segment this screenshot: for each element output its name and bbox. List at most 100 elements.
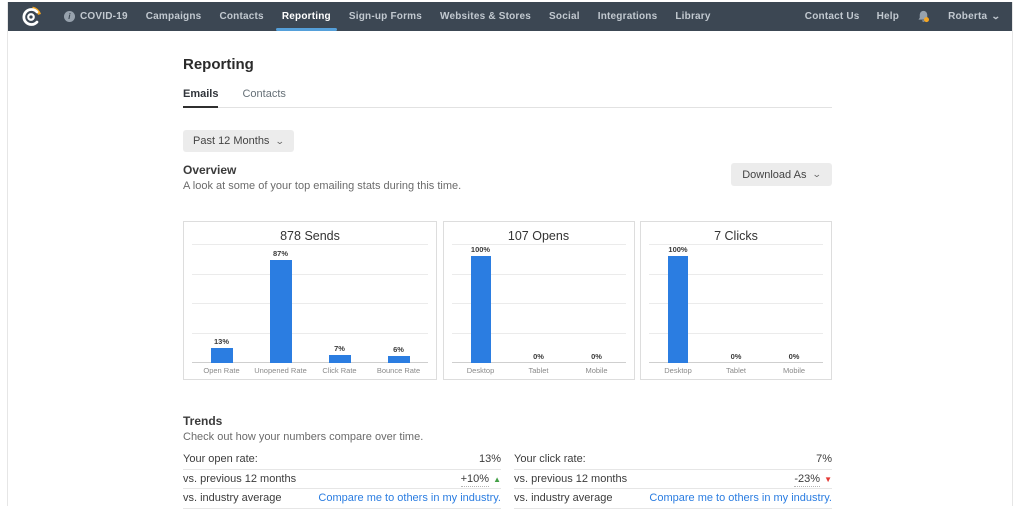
date-range-label: Past 12 Months bbox=[193, 135, 270, 147]
tab-emails[interactable]: Emails bbox=[183, 88, 219, 108]
trend-table-click-rate: Your click rate: 7% vs. previous 12 months… bbox=[514, 450, 832, 509]
chevron-down-icon: ⌄ bbox=[812, 169, 823, 179]
bell-icon bbox=[918, 10, 930, 23]
user-menu[interactable]: Roberta ⌄ bbox=[948, 2, 1001, 31]
card-title: 7 Clicks bbox=[714, 229, 758, 243]
trend-row-your-open-rate: Your open rate: 13% bbox=[183, 450, 501, 470]
bar bbox=[668, 256, 688, 363]
nav-item-label: Sign-up Forms bbox=[348, 11, 423, 22]
nav-item-contact-us[interactable]: Contact Us bbox=[805, 2, 860, 31]
card-title: 107 Opens bbox=[507, 229, 570, 243]
bar-slot-desktop: 100% bbox=[452, 245, 510, 363]
nav-item-label: Websites & Stores bbox=[440, 11, 532, 22]
nav-item-integrations[interactable]: Integrations bbox=[598, 2, 658, 31]
bars: 13% 87% 7% 6% bbox=[192, 245, 428, 363]
overview-subtitle: A look at some of your top emailing stat… bbox=[183, 180, 462, 192]
card-title: 878 Sends bbox=[280, 229, 340, 243]
nav-item-websites-stores[interactable]: Websites & Stores bbox=[440, 2, 531, 31]
bar-value-label: 0% bbox=[591, 352, 602, 361]
trend-table-open-rate: Your open rate: 13% vs. previous 12 months… bbox=[183, 450, 501, 509]
bar-value-label: 7% bbox=[334, 343, 345, 353]
axis-label-open-rate: Open Rate bbox=[203, 366, 240, 375]
nav-item-campaigns[interactable]: Campaigns bbox=[146, 2, 202, 31]
stat-card-878-sends: 878 Sends 13% 87% 7% 6% Open Rate Unopened Rat… bbox=[183, 221, 437, 380]
trends-subtitle: Check out how your numbers compare over … bbox=[183, 431, 424, 443]
notifications-button[interactable] bbox=[916, 2, 931, 31]
page-content: Reporting Emails Contacts Past 12 Months… bbox=[8, 57, 833, 509]
trend-row-label: Your click rate: bbox=[514, 453, 586, 466]
top-navbar: i COVID-19 Campaigns Contacts Reporting Sign-… bbox=[8, 2, 1012, 31]
axis-label-desktop: Desktop bbox=[466, 366, 495, 375]
bar-slot-tablet: 0% bbox=[510, 245, 568, 363]
trend-row-label: Your open rate: bbox=[183, 453, 258, 466]
nav-item-social[interactable]: Social bbox=[549, 2, 580, 31]
bar bbox=[269, 260, 292, 363]
help-label: Help bbox=[876, 11, 900, 22]
bar bbox=[387, 355, 410, 363]
bar-chart: 13% 87% 7% 6% bbox=[192, 244, 428, 363]
download-as-button[interactable]: Download As ⌄ bbox=[731, 163, 832, 186]
trend-row-label: vs. previous 12 months bbox=[183, 472, 297, 485]
bar-chart: 100% 0% 0% bbox=[649, 244, 823, 363]
bars: 100% 0% 0% bbox=[452, 245, 626, 363]
trend-up-icon: ▲ bbox=[493, 474, 501, 484]
download-as-label: Download As bbox=[742, 168, 807, 181]
constant-contact-logo-icon[interactable] bbox=[20, 6, 42, 28]
page-title: Reporting bbox=[183, 56, 254, 73]
nav-item-library[interactable]: Library bbox=[675, 2, 710, 31]
bar-slot-click-rate: 7% bbox=[310, 245, 369, 363]
date-range-dropdown[interactable]: Past 12 Months ⌄ bbox=[183, 130, 294, 152]
x-axis-labels: Desktop Tablet Mobile bbox=[649, 366, 823, 376]
bar-slot-mobile: 0% bbox=[568, 245, 626, 363]
overview-title: Overview bbox=[183, 163, 237, 177]
nav-item-covid-19[interactable]: i COVID-19 bbox=[64, 2, 128, 31]
info-icon: i bbox=[64, 11, 75, 22]
axis-label-tablet: Tablet bbox=[528, 366, 549, 375]
stat-card-107-opens: 107 Opens 100% 0% 0% Desktop Tablet Mobile bbox=[442, 221, 635, 380]
nav-item-help[interactable]: Help bbox=[877, 2, 899, 31]
bar-value-label: 13% bbox=[213, 336, 229, 346]
nav-right: Contact Us Help Roberta ⌄ bbox=[805, 2, 1001, 31]
trend-row-value: -23% ▼ bbox=[794, 472, 832, 487]
nav-item-label: Reporting bbox=[281, 11, 331, 22]
industry-compare-link[interactable]: Compare me to others in my industry. bbox=[649, 492, 832, 504]
axis-label-bounce-rate: Bounce Rate bbox=[376, 366, 421, 375]
bar-value-label: 6% bbox=[393, 344, 404, 354]
bar bbox=[210, 347, 233, 363]
bar bbox=[328, 354, 351, 363]
trends-tables: Your open rate: 13% vs. previous 12 months… bbox=[183, 450, 832, 509]
axis-label-unopened-rate: Unopened Rate bbox=[254, 366, 307, 375]
stat-card-7-clicks: 7 Clicks 100% 0% 0% Desktop Tablet Mobile bbox=[640, 221, 832, 380]
bar-slot-tablet: 0% bbox=[707, 245, 765, 363]
trend-row-value: 7% bbox=[816, 453, 832, 466]
trend-row-label: vs. industry average bbox=[514, 492, 613, 505]
trend-row-value: +10% ▲ bbox=[460, 472, 501, 487]
bar-value-label: 100% bbox=[470, 245, 491, 254]
app-window: i COVID-19 Campaigns Contacts Reporting Sign-… bbox=[7, 2, 1013, 509]
tab-bar: Emails Contacts bbox=[183, 88, 832, 108]
x-axis-labels: Desktop Tablet Mobile bbox=[452, 366, 626, 376]
nav-item-reporting[interactable]: Reporting bbox=[275, 2, 337, 31]
bar-value-label: 100% bbox=[668, 245, 688, 254]
nav-menu: i COVID-19 Campaigns Contacts Reporting Sign-… bbox=[64, 2, 711, 31]
nav-item-label: Campaigns bbox=[145, 11, 202, 22]
bar-slot-unopened-rate: 87% bbox=[251, 245, 310, 363]
nav-item-label: Integrations bbox=[597, 11, 658, 22]
contact-us-label: Contact Us bbox=[804, 11, 860, 22]
trend-row-value: 13% bbox=[478, 453, 501, 466]
bar-slot-mobile: 0% bbox=[765, 245, 823, 363]
bar-value-label: 0% bbox=[730, 352, 742, 361]
trend-row-label: vs. industry average bbox=[183, 492, 282, 505]
user-name-label: Roberta bbox=[948, 11, 988, 22]
overview-text: Overview A look at some of your top emai… bbox=[183, 163, 461, 193]
industry-compare-link[interactable]: Compare me to others in my industry. bbox=[318, 492, 501, 504]
nav-item-sign-up-forms[interactable]: Sign-up Forms bbox=[349, 2, 422, 31]
tab-contacts[interactable]: Contacts bbox=[242, 88, 285, 107]
bar-value-label: 0% bbox=[788, 352, 800, 361]
axis-label-click-rate: Click Rate bbox=[322, 366, 357, 375]
trends-title: Trends bbox=[183, 414, 223, 428]
trend-row-label: vs. previous 12 months bbox=[514, 472, 628, 485]
nav-item-label: Social bbox=[549, 11, 580, 22]
nav-item-contacts[interactable]: Contacts bbox=[219, 2, 263, 31]
bar-value-label: 0% bbox=[533, 352, 544, 361]
